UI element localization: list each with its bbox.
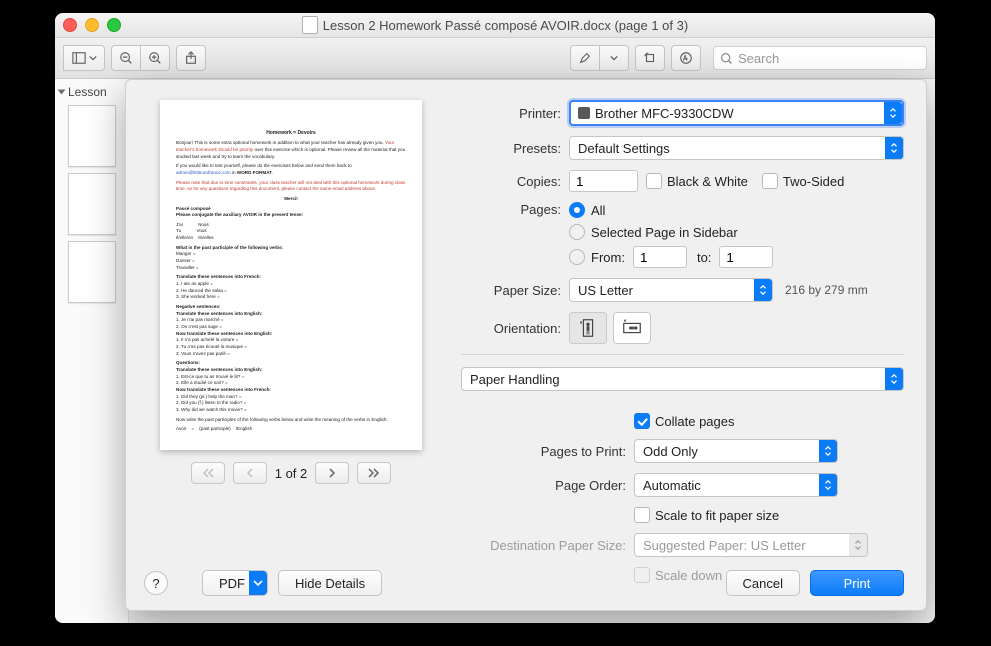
pages-from-radio[interactable] [569,249,585,265]
black-white-label: Black & White [667,174,748,189]
page-order-select[interactable]: Automatic [634,473,838,497]
printer-label: Printer: [461,106,569,121]
chevron-down-icon [249,571,267,595]
paper-size-select[interactable]: US Letter [569,278,773,302]
pages-all-radio[interactable] [569,202,585,218]
orientation-landscape-button[interactable] [613,312,651,344]
scale-to-fit-label: Scale to fit paper size [655,508,779,523]
highlight-menu-button[interactable] [599,45,629,71]
zoom-group [111,45,170,71]
zoom-in-button[interactable] [140,45,170,71]
paper-size-label: Paper Size: [461,283,569,298]
pages-from-input[interactable] [633,246,687,268]
thumbnail-sidebar: Lesson [55,79,129,623]
search-icon [720,52,733,65]
chevron-updown-icon [884,102,902,124]
two-sided-label: Two-Sided [783,174,844,189]
chevron-updown-icon [849,534,867,556]
document-window: Lesson 2 Homework Passé composé AVOIR.do… [55,13,935,623]
chevron-updown-icon [885,137,903,159]
toolbar: Search [55,38,935,79]
printer-icon [578,107,590,119]
last-page-button[interactable] [357,462,391,484]
document-icon [302,16,318,34]
search-field[interactable]: Search [713,46,927,70]
pages-selected-radio[interactable] [569,224,585,240]
presets-label: Presets: [461,141,569,156]
prev-page-button[interactable] [233,462,267,484]
collate-checkbox[interactable] [634,413,650,429]
collate-label: Collate pages [655,414,735,429]
next-page-button[interactable] [315,462,349,484]
chevron-updown-icon [885,368,903,390]
search-placeholder: Search [738,51,779,66]
chevron-updown-icon [819,474,837,496]
scale-to-fit-checkbox[interactable] [634,507,650,523]
preview-pager: 1 of 2 [191,462,392,484]
page-order-label: Page Order: [461,478,634,493]
orientation-portrait-button[interactable] [569,312,607,344]
help-button[interactable]: ? [144,571,168,595]
sidebar-view-button[interactable] [63,45,105,71]
paper-dimensions: 216 by 279 mm [785,283,868,297]
pages-to-print-select[interactable]: Odd Only [634,439,838,463]
copies-input[interactable] [569,170,638,192]
dest-paper-label: Destination Paper Size: [461,538,634,553]
sidebar-disclosure[interactable]: Lesson [59,85,124,99]
print-button[interactable]: Print [810,570,904,596]
rotate-button[interactable] [635,45,665,71]
print-dialog: Homework = Devoirs Bonjour! This is some… [125,79,927,611]
pages-to-print-label: Pages to Print: [461,444,634,459]
dest-paper-select: Suggested Paper: US Letter [634,533,868,557]
window-title: Lesson 2 Homework Passé composé AVOIR.do… [55,16,935,34]
two-sided-checkbox[interactable] [762,173,778,189]
options-section-select[interactable]: Paper Handling [461,367,904,391]
print-preview-page: Homework = Devoirs Bonjour! This is some… [160,100,422,450]
presets-select[interactable]: Default Settings [569,136,904,160]
cancel-button[interactable]: Cancel [726,570,800,596]
view-mode-group [63,45,105,71]
share-button[interactable] [176,45,206,71]
zoom-out-button[interactable] [111,45,141,71]
window-title-text: Lesson 2 Homework Passé composé AVOIR.do… [323,18,688,33]
markup-button[interactable] [671,45,701,71]
highlight-button[interactable] [570,45,600,71]
page-indicator: 1 of 2 [275,466,308,481]
print-options-pane: Printer: Brother MFC-9330CDW Presets: De… [456,80,926,610]
printer-select[interactable]: Brother MFC-9330CDW [569,100,904,126]
hide-details-button[interactable]: Hide Details [278,570,382,596]
first-page-button[interactable] [191,462,225,484]
pdf-menu-button[interactable]: PDF [202,570,268,596]
page-thumbnail-3[interactable] [68,241,116,303]
chevron-updown-icon [754,279,772,301]
copies-label: Copies: [461,174,569,189]
dialog-button-bar: ? PDF Hide Details Cancel Print [144,570,904,596]
black-white-checkbox[interactable] [646,173,662,189]
pages-to-input[interactable] [719,246,773,268]
title-bar: Lesson 2 Homework Passé composé AVOIR.do… [55,13,935,38]
orientation-label: Orientation: [461,321,569,336]
pages-label: Pages: [461,202,569,217]
page-thumbnail-1[interactable] [68,105,116,167]
page-thumbnail-2[interactable] [68,173,116,235]
chevron-updown-icon [819,440,837,462]
print-preview-pane: Homework = Devoirs Bonjour! This is some… [126,80,456,610]
